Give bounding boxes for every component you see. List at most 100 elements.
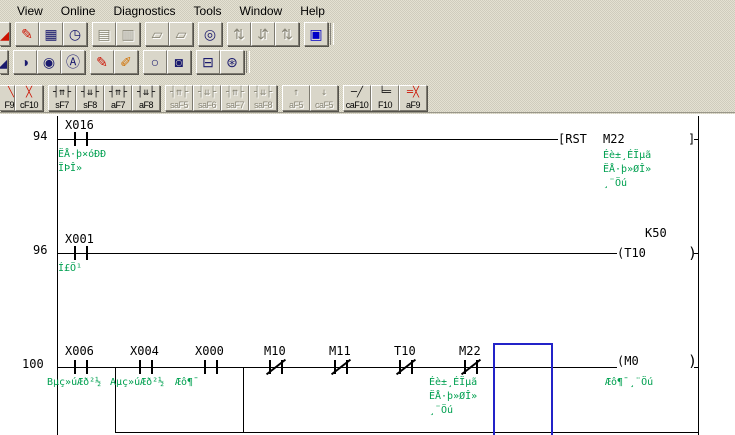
sheets-icon: ▥ [121, 27, 134, 41]
branch-wire [243, 367, 244, 433]
window-arrange-button-2[interactable]: ▱ [169, 22, 193, 46]
zoom-icon: ◢ [0, 55, 8, 69]
ladder-monitor-button[interactable]: ◑ [13, 50, 37, 74]
device-label-m10: M10 [264, 345, 286, 358]
menu-item-diagnostics[interactable]: Diagnostics [104, 3, 184, 20]
menu-item-help[interactable]: Help [291, 3, 334, 20]
sort-icon: ⇅ [233, 27, 245, 41]
branch-bottom-wire [115, 432, 698, 433]
trace-button[interactable]: ⊛ [220, 50, 244, 74]
ladder-tool-f10[interactable]: ╘═F10 [371, 85, 399, 111]
ladder-tool-caf10[interactable]: ─╱caF10 [343, 85, 371, 111]
contact-x006[interactable] [74, 360, 88, 374]
comment-search-icon: Ⓐ [66, 55, 80, 69]
delete-line-icon: ╲ [8, 87, 14, 98]
switch-device-icon: ⊟ [202, 55, 214, 69]
ladder-tool-sf7[interactable]: ┤⇈├sF7 [48, 85, 76, 111]
find-device-icon: ◎ [204, 27, 216, 41]
project-data-list-button[interactable]: ▦ [39, 22, 63, 46]
rung-number: 100 [22, 357, 44, 371]
ladder-tool-cf10[interactable]: ╳cF10 [15, 85, 43, 111]
contact-nc-m22[interactable] [464, 360, 478, 374]
marker-icon: ◢ [0, 27, 10, 41]
sort-icon: ⇅ [281, 27, 293, 41]
device-test-button-1[interactable]: ⇅ [227, 22, 251, 46]
menu-item-tools[interactable]: Tools [185, 3, 231, 20]
ladder-tool-af8[interactable]: ┤⇊├aF8 [132, 85, 160, 111]
sheets-icon: ▤ [97, 27, 110, 41]
pulse-or-fall-icon: ┤⇊├ [198, 87, 216, 98]
ladder-tool-caf5[interactable]: ↓caF5 [310, 85, 338, 111]
ladder-tool-sf8[interactable]: ┤⇊├sF8 [76, 85, 104, 111]
comment-m0: Æô¶¯¸¨Öú [605, 376, 653, 390]
contact-x000[interactable] [204, 360, 218, 374]
entry-data-monitor-button[interactable]: ◷ [63, 22, 87, 46]
monitor-button[interactable]: ▣ [304, 22, 328, 46]
coil-t10[interactable]: (T10 [617, 247, 646, 260]
contact-nc-m10[interactable] [269, 360, 283, 374]
ladder-tool-af5[interactable]: ↑aF5 [282, 85, 310, 111]
menu-item-view[interactable]: View [8, 3, 52, 20]
rung-number: 94 [33, 129, 47, 143]
pulse-or-close-icon: ┤⇈├ [226, 87, 244, 98]
ladder-tool-saf7[interactable]: ┤⇈├saF7 [221, 85, 249, 111]
pulse-or-close-fall-icon: ┤⇊├ [254, 87, 272, 98]
right-bus-wire [698, 116, 699, 435]
program-check-button[interactable]: ✎ [15, 22, 39, 46]
instruction-operand-m22: M22 [603, 133, 625, 146]
screen-button-2[interactable]: ▥ [116, 22, 140, 46]
device-label-m11: M11 [329, 345, 351, 358]
device-test-button-2[interactable]: ⇵ [251, 22, 275, 46]
contact-nc-t10[interactable] [399, 360, 413, 374]
ladder-editor[interactable]: 94 96 100 X016 ËÅ·þ×óÐÐ ÏÞÎ» [RST M22 ] … [0, 114, 735, 435]
line-delete-icon: ─╱ [351, 87, 363, 98]
coil-close-paren: ) [688, 354, 697, 368]
device-test-button-3[interactable]: ⇅ [275, 22, 299, 46]
up-arrow-icon: ↑ [293, 87, 299, 98]
device-label-m22: M22 [459, 345, 481, 358]
ladder-tool-af9[interactable]: ═╳aF9 [399, 85, 427, 111]
ladder-tool-f9[interactable]: ╲F9 [0, 85, 15, 111]
menu-item-online[interactable]: Online [52, 3, 105, 20]
ladder-tool-saf6[interactable]: ┤⇊├saF6 [193, 85, 221, 111]
instruction-rst[interactable]: [RST [558, 133, 587, 146]
device-label-x004: X004 [130, 345, 159, 358]
contact-nc-m11[interactable] [334, 360, 348, 374]
comment-display-button[interactable]: Ⓐ [61, 50, 85, 74]
device-batch-monitor-button[interactable]: ◉ [37, 50, 61, 74]
line-erase-icon: ═╳ [407, 87, 419, 98]
comment-m22: Éè±¸ÉÏµã ËÅ·þ»ØÎ» ¸¨Öú [603, 149, 651, 191]
menu-item-window[interactable]: Window [231, 3, 292, 20]
toolbar-button-clipped[interactable]: ◢ [0, 50, 8, 74]
contact-x004[interactable] [139, 360, 153, 374]
ladder-tool-saf8[interactable]: ┤⇊├saF8 [249, 85, 277, 111]
read-mode-button[interactable]: ○ [143, 50, 167, 74]
comment-x001: Í£Ö¹ [58, 262, 82, 276]
grid-icon: ▦ [44, 27, 57, 41]
contact-x001[interactable] [74, 246, 88, 260]
ladder-tool-af7[interactable]: ┤⇈├aF7 [104, 85, 132, 111]
monitor-write-button[interactable]: ◙ [167, 50, 191, 74]
write-mode-button[interactable]: ✎ [90, 50, 114, 74]
trace-search-icon: ⊛ [226, 55, 238, 69]
insert-pencil-icon: ✐ [120, 55, 132, 69]
monitor-toolbar: ◢ ◑ ◉ Ⓐ ✎ ✐ ○ ◙ ⊟ ⊛ [0, 49, 252, 75]
pulse-or-icon: ┤⇈├ [170, 87, 188, 98]
device-test-button[interactable]: ⊟ [196, 50, 220, 74]
gx-developer-window: View Online Diagnostics Tools Window Hel… [0, 0, 735, 435]
rung-94-wire [57, 139, 558, 140]
window-arrange-button-1[interactable]: ▱ [145, 22, 169, 46]
screen-button-1[interactable]: ▤ [92, 22, 116, 46]
contact-x016[interactable] [74, 132, 88, 146]
insert-mode-button[interactable]: ✐ [114, 50, 138, 74]
check-marker-icon: ✎ [21, 27, 33, 41]
coil-close-paren: ) [688, 246, 697, 260]
device-label-t10: T10 [394, 345, 416, 358]
window-icon: ▱ [152, 27, 163, 41]
find-device-button[interactable]: ◎ [198, 22, 222, 46]
ladder-tool-saf5[interactable]: ┤⇈├saF5 [165, 85, 193, 111]
toolbar-button-clipped[interactable]: ◢ [0, 22, 10, 46]
toolbar-separator [330, 23, 334, 45]
edit-cursor[interactable] [493, 343, 553, 435]
coil-m0[interactable]: (M0 [617, 355, 639, 368]
